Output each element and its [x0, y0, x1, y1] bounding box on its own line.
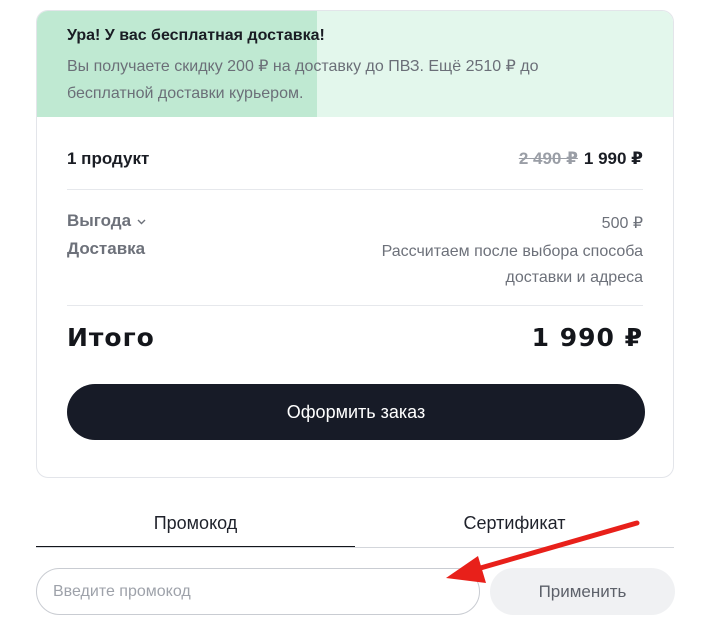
- checkout-button[interactable]: Оформить заказ: [67, 384, 645, 440]
- order-summary-card: Ура! У вас бесплатная доставка! Вы получ…: [36, 10, 674, 478]
- products-row: 1 продукт 2 490 ₽ 1 990 ₽: [67, 149, 643, 173]
- benefit-label[interactable]: Выгода: [67, 211, 131, 230]
- promo-tabs: Промокод Сертификат: [36, 505, 674, 548]
- promo-code-input[interactable]: [36, 568, 480, 615]
- tab-certificate[interactable]: Сертификат: [355, 505, 674, 547]
- benefit-value: 500 ₽: [601, 215, 643, 232]
- old-price: 2 490 ₽: [518, 149, 578, 168]
- benefit-row[interactable]: Выгода 500 ₽: [67, 211, 643, 235]
- banner-text: Вы получаете скидку 200 ₽ на доставку до…: [67, 58, 539, 102]
- tabs-underline: [36, 547, 674, 548]
- total-row: Итого 1 990 ₽: [67, 323, 643, 359]
- total-value: 1 990 ₽: [531, 323, 643, 352]
- total-label: Итого: [67, 323, 155, 352]
- tab-promocode[interactable]: Промокод: [36, 505, 355, 548]
- free-delivery-banner: Ура! У вас бесплатная доставка! Вы получ…: [37, 11, 673, 117]
- delivery-row: Доставка Рассчитаем после выбора способа…: [67, 239, 643, 299]
- divider: [67, 305, 643, 306]
- products-count-label: 1 продукт: [67, 149, 150, 168]
- delivery-label: Доставка: [67, 239, 146, 258]
- banner-title: Ура! У вас бесплатная доставка!: [67, 27, 325, 44]
- products-price: 2 490 ₽ 1 990 ₽: [519, 149, 643, 169]
- chevron-down-icon[interactable]: [137, 216, 146, 228]
- delivery-value: Рассчитаем после выбора способа доставки…: [381, 243, 643, 286]
- new-price: 1 990 ₽: [583, 149, 643, 168]
- apply-promo-button[interactable]: Применить: [490, 568, 675, 615]
- divider: [67, 189, 643, 190]
